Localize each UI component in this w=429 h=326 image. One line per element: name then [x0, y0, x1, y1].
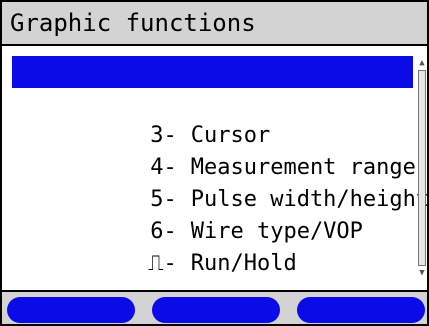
menu-item-measurement-range[interactable]: 4- Measurement range [12, 120, 416, 180]
menu-list: 2- Zoom 3- Cursor 4- Measurement range 5- Pu… [12, 56, 429, 276]
page-title: Graphic functions [10, 9, 256, 37]
menu-item-wire-type-vop[interactable]: 6- Wire type/VOP [12, 184, 413, 244]
softkey-2[interactable] [152, 297, 280, 323]
device-screen: Graphic functions 2- Zoom 3- Cursor 4- Meas… [0, 0, 429, 326]
softkey-1[interactable] [7, 297, 135, 323]
softkey-3[interactable] [297, 297, 425, 323]
menu-item-cursor[interactable]: 3- Cursor [12, 88, 413, 148]
menu-item-run-hold[interactable]: ⎍- Run/Hold [12, 216, 413, 276]
pulse-icon: ⎍ [148, 251, 164, 276]
menu-item-pulse-width-height[interactable]: 5- Pulse width/height [12, 152, 429, 212]
menu-item-zoom[interactable]: 2- Zoom [12, 56, 413, 116]
scroll-down-icon[interactable]: ▼ [417, 268, 427, 278]
softkey-bar [2, 290, 427, 324]
title-bar: Graphic functions [2, 2, 427, 46]
scrollbar[interactable]: ▲ ▼ [417, 58, 427, 278]
menu-item-label: Run/Hold [190, 251, 297, 276]
scroll-thumb[interactable] [418, 70, 426, 266]
scroll-up-icon[interactable]: ▲ [417, 58, 427, 68]
